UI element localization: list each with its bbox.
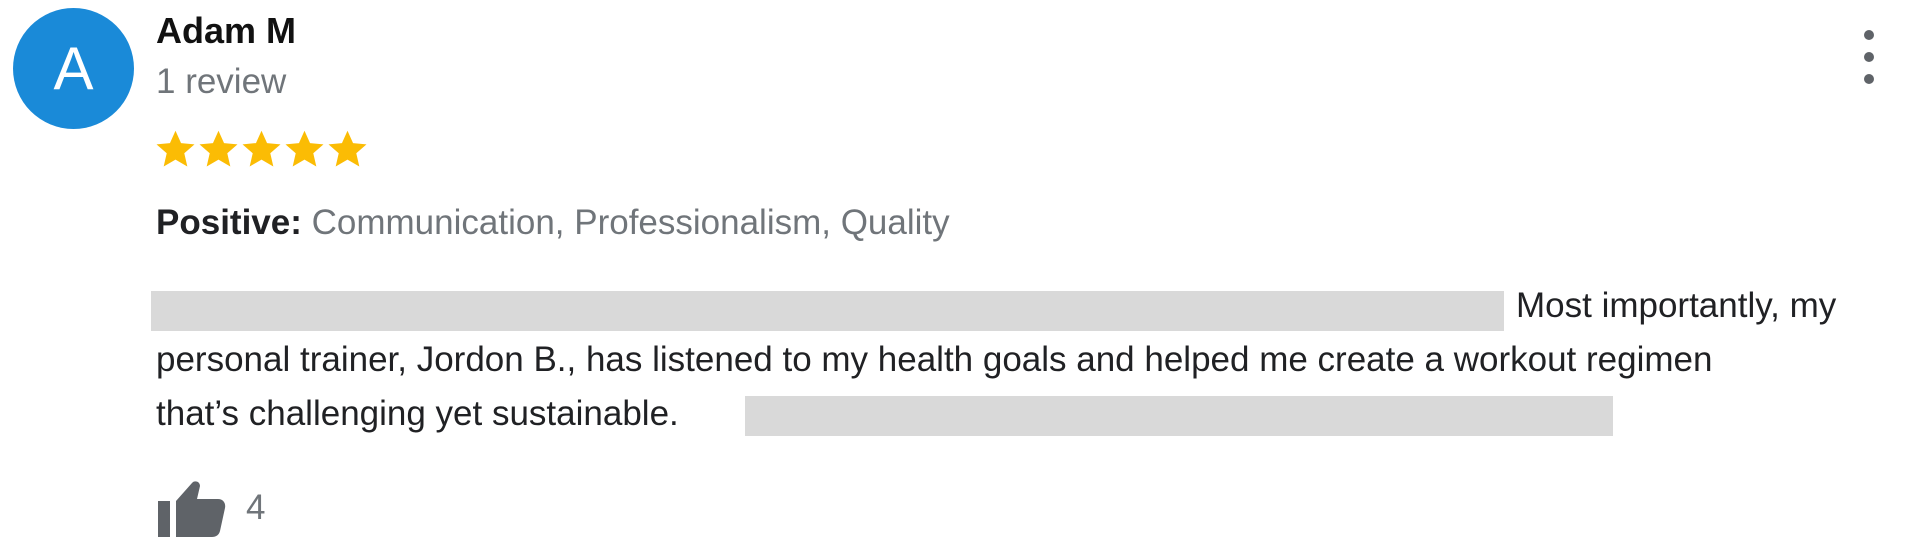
redacted-text-block (745, 396, 1613, 436)
more-vert-icon-dot (1864, 74, 1874, 84)
review-text-line-2: personal trainer, Jordon B., has listene… (156, 340, 1713, 379)
review-card: A Adam M 1 review Positive: Communicatio… (0, 0, 1920, 554)
more-options-button[interactable] (1854, 30, 1884, 84)
star-icon (199, 130, 238, 167)
star-icon (156, 130, 195, 167)
review-text-line-3-start: that’s challenging yet sustainable. (156, 394, 679, 433)
star-icon (242, 130, 281, 167)
star-icon (328, 130, 367, 167)
attributes-label: Positive: (156, 203, 302, 242)
more-vert-icon-dot (1864, 52, 1874, 62)
review-text-line-1-end: Most importantly, my (1516, 286, 1837, 325)
more-vert-icon (1864, 30, 1874, 40)
avatar[interactable]: A (13, 8, 134, 129)
avatar-initial: A (53, 34, 94, 102)
attributes-values: Communication, Professionalism, Quality (311, 203, 950, 242)
like-row: 4 (156, 478, 265, 538)
author-review-count[interactable]: 1 review (156, 62, 286, 102)
thumbs-up-icon[interactable] (156, 477, 226, 539)
author-name[interactable]: Adam M (156, 10, 296, 52)
star-icon (285, 130, 324, 167)
review-attributes: Positive: Communication, Professionalism… (156, 203, 950, 243)
like-count: 4 (246, 488, 266, 527)
redacted-text-block (151, 291, 1504, 331)
star-rating (154, 127, 369, 177)
